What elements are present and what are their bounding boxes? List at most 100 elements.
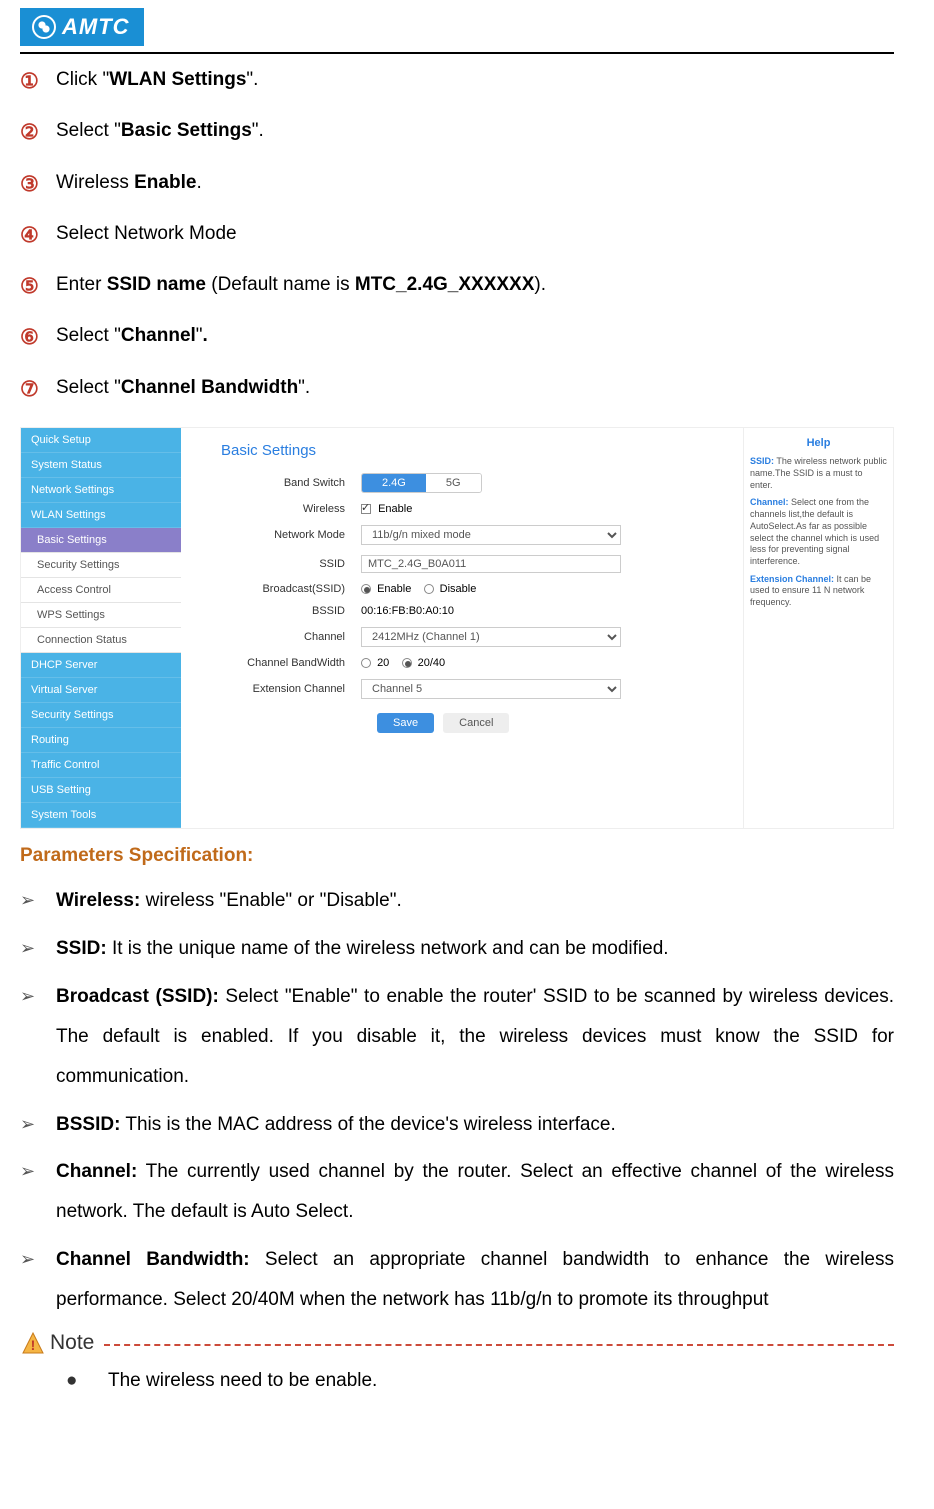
- parameter-text: Channel Bandwidth: Select an appropriate…: [56, 1240, 894, 1320]
- parameter-text: Broadcast (SSID): Select "Enable" to ena…: [56, 977, 894, 1097]
- band-2-4g[interactable]: 2.4G: [362, 474, 426, 492]
- channel-select[interactable]: 2412MHz (Channel 1): [361, 627, 621, 647]
- panel-title: Basic Settings: [221, 442, 733, 459]
- note-label: Note: [50, 1331, 94, 1355]
- brand-text: AMTC: [62, 14, 130, 40]
- step-number: ①: [20, 68, 56, 95]
- sidebar-item[interactable]: WPS Settings: [21, 603, 181, 628]
- sidebar-item[interactable]: DHCP Server: [21, 653, 181, 678]
- sidebar-item[interactable]: WLAN Settings: [21, 503, 181, 528]
- sidebar-item[interactable]: System Status: [21, 453, 181, 478]
- step-text: Select "Basic Settings".: [56, 119, 264, 144]
- label-channel: Channel: [221, 631, 361, 643]
- wireless-checkbox[interactable]: [361, 504, 371, 514]
- parameter-text: Channel: The currently used channel by t…: [56, 1152, 894, 1232]
- step-number: ③: [20, 171, 56, 198]
- parameter-item: ➢Channel: The currently used channel by …: [20, 1152, 894, 1232]
- bullet-icon: ●: [66, 1370, 108, 1392]
- sidebar-nav: Quick SetupSystem StatusNetwork Settings…: [21, 428, 181, 828]
- help-panel: Help SSID: The wireless network public n…: [743, 428, 893, 828]
- broadcast-disable-label: Disable: [440, 583, 477, 595]
- row-ssid: SSID: [221, 555, 733, 573]
- arrow-icon: ➢: [20, 1152, 56, 1192]
- arrow-icon: ➢: [20, 881, 56, 921]
- network-mode-select[interactable]: 11b/g/n mixed mode: [361, 525, 621, 545]
- sidebar-item[interactable]: Security Settings: [21, 703, 181, 728]
- help-ext-label: Extension Channel:: [750, 574, 834, 584]
- bssid-value: 00:16:FB:B0:A0:10: [361, 605, 733, 617]
- save-button[interactable]: Save: [377, 713, 434, 733]
- arrow-icon: ➢: [20, 977, 56, 1017]
- broadcast-enable-radio[interactable]: [361, 584, 371, 594]
- sidebar-item[interactable]: Access Control: [21, 578, 181, 603]
- step-number: ⑤: [20, 273, 56, 300]
- step-number: ④: [20, 222, 56, 249]
- parameters-heading: Parameters Specification:: [20, 845, 894, 867]
- step-text: Wireless Enable.: [56, 171, 202, 196]
- steps-list: ① Click "WLAN Settings". ② Select "Basic…: [20, 68, 894, 403]
- step-4: ④ Select Network Mode: [20, 222, 894, 249]
- arrow-icon: ➢: [20, 1240, 56, 1280]
- arrow-icon: ➢: [20, 1105, 56, 1145]
- label-ext-channel: Extension Channel: [221, 683, 361, 695]
- step-text: Select "Channel Bandwidth".: [56, 376, 310, 401]
- parameter-item: ➢Broadcast (SSID): Select "Enable" to en…: [20, 977, 894, 1097]
- note-item: ●The wireless need to be enable.: [66, 1370, 894, 1392]
- step-text: Enter SSID name (Default name is MTC_2.4…: [56, 273, 546, 298]
- row-network-mode: Network Mode 11b/g/n mixed mode: [221, 525, 733, 545]
- ext-channel-select[interactable]: Channel 5: [361, 679, 621, 699]
- label-network-mode: Network Mode: [221, 529, 361, 541]
- sidebar-item[interactable]: System Tools: [21, 803, 181, 828]
- router-ui-screenshot: Quick SetupSystem StatusNetwork Settings…: [20, 427, 894, 829]
- sidebar-item[interactable]: Security Settings: [21, 553, 181, 578]
- label-bssid: BSSID: [221, 605, 361, 617]
- sidebar-item[interactable]: Network Settings: [21, 478, 181, 503]
- row-bssid: BSSID 00:16:FB:B0:A0:10: [221, 605, 733, 617]
- sidebar-item[interactable]: Quick Setup: [21, 428, 181, 453]
- step-number: ②: [20, 119, 56, 146]
- bw-20-label: 20: [377, 657, 389, 669]
- parameter-item: ➢SSID: It is the unique name of the wire…: [20, 929, 894, 969]
- main-panel: Basic Settings Band Switch 2.4G 5G Wirel…: [181, 428, 743, 828]
- sidebar-item[interactable]: Connection Status: [21, 628, 181, 653]
- sidebar-item[interactable]: Basic Settings: [21, 528, 181, 553]
- sidebar-item[interactable]: Traffic Control: [21, 753, 181, 778]
- note-text: The wireless need to be enable.: [108, 1370, 377, 1392]
- step-number: ⑦: [20, 376, 56, 403]
- help-ssid-label: SSID:: [750, 456, 774, 466]
- step-text: Select Network Mode: [56, 222, 237, 247]
- label-wireless: Wireless: [221, 503, 361, 515]
- step-1: ① Click "WLAN Settings".: [20, 68, 894, 95]
- label-broadcast: Broadcast(SSID): [221, 583, 361, 595]
- step-7: ⑦ Select "Channel Bandwidth".: [20, 376, 894, 403]
- note-dashed-line: [104, 1344, 894, 1346]
- header: AMTC: [20, 8, 894, 54]
- sidebar-item[interactable]: USB Setting: [21, 778, 181, 803]
- sidebar-item[interactable]: Virtual Server: [21, 678, 181, 703]
- band-5g[interactable]: 5G: [426, 474, 481, 492]
- label-ssid: SSID: [221, 558, 361, 570]
- row-wireless: Wireless Enable: [221, 503, 733, 515]
- parameters-list: ➢Wireless: wireless "Enable" or "Disable…: [20, 881, 894, 1320]
- logo-swirl-icon: [32, 15, 56, 39]
- parameter-item: ➢Wireless: wireless "Enable" or "Disable…: [20, 881, 894, 921]
- parameter-item: ➢Channel Bandwidth: Select an appropriat…: [20, 1240, 894, 1320]
- help-title: Help: [750, 436, 887, 450]
- sidebar-item[interactable]: Routing: [21, 728, 181, 753]
- ssid-input[interactable]: [361, 555, 621, 573]
- broadcast-disable-radio[interactable]: [424, 584, 434, 594]
- parameter-text: SSID: It is the unique name of the wirel…: [56, 929, 894, 969]
- broadcast-enable-label: Enable: [377, 583, 411, 595]
- bw-2040-radio[interactable]: [402, 658, 412, 668]
- help-channel-label: Channel:: [750, 497, 789, 507]
- bw-20-radio[interactable]: [361, 658, 371, 668]
- label-bandwidth: Channel BandWidth: [221, 657, 361, 669]
- wireless-enable-label: Enable: [378, 503, 412, 515]
- band-switch-toggle[interactable]: 2.4G 5G: [361, 473, 482, 493]
- step-text: Select "Channel".: [56, 324, 208, 349]
- parameter-text: Wireless: wireless "Enable" or "Disable"…: [56, 881, 894, 921]
- help-channel-text: Select one from the channels list,the de…: [750, 497, 879, 565]
- parameter-item: ➢BSSID: This is the MAC address of the d…: [20, 1105, 894, 1145]
- cancel-button[interactable]: Cancel: [443, 713, 509, 733]
- step-6: ⑥ Select "Channel".: [20, 324, 894, 351]
